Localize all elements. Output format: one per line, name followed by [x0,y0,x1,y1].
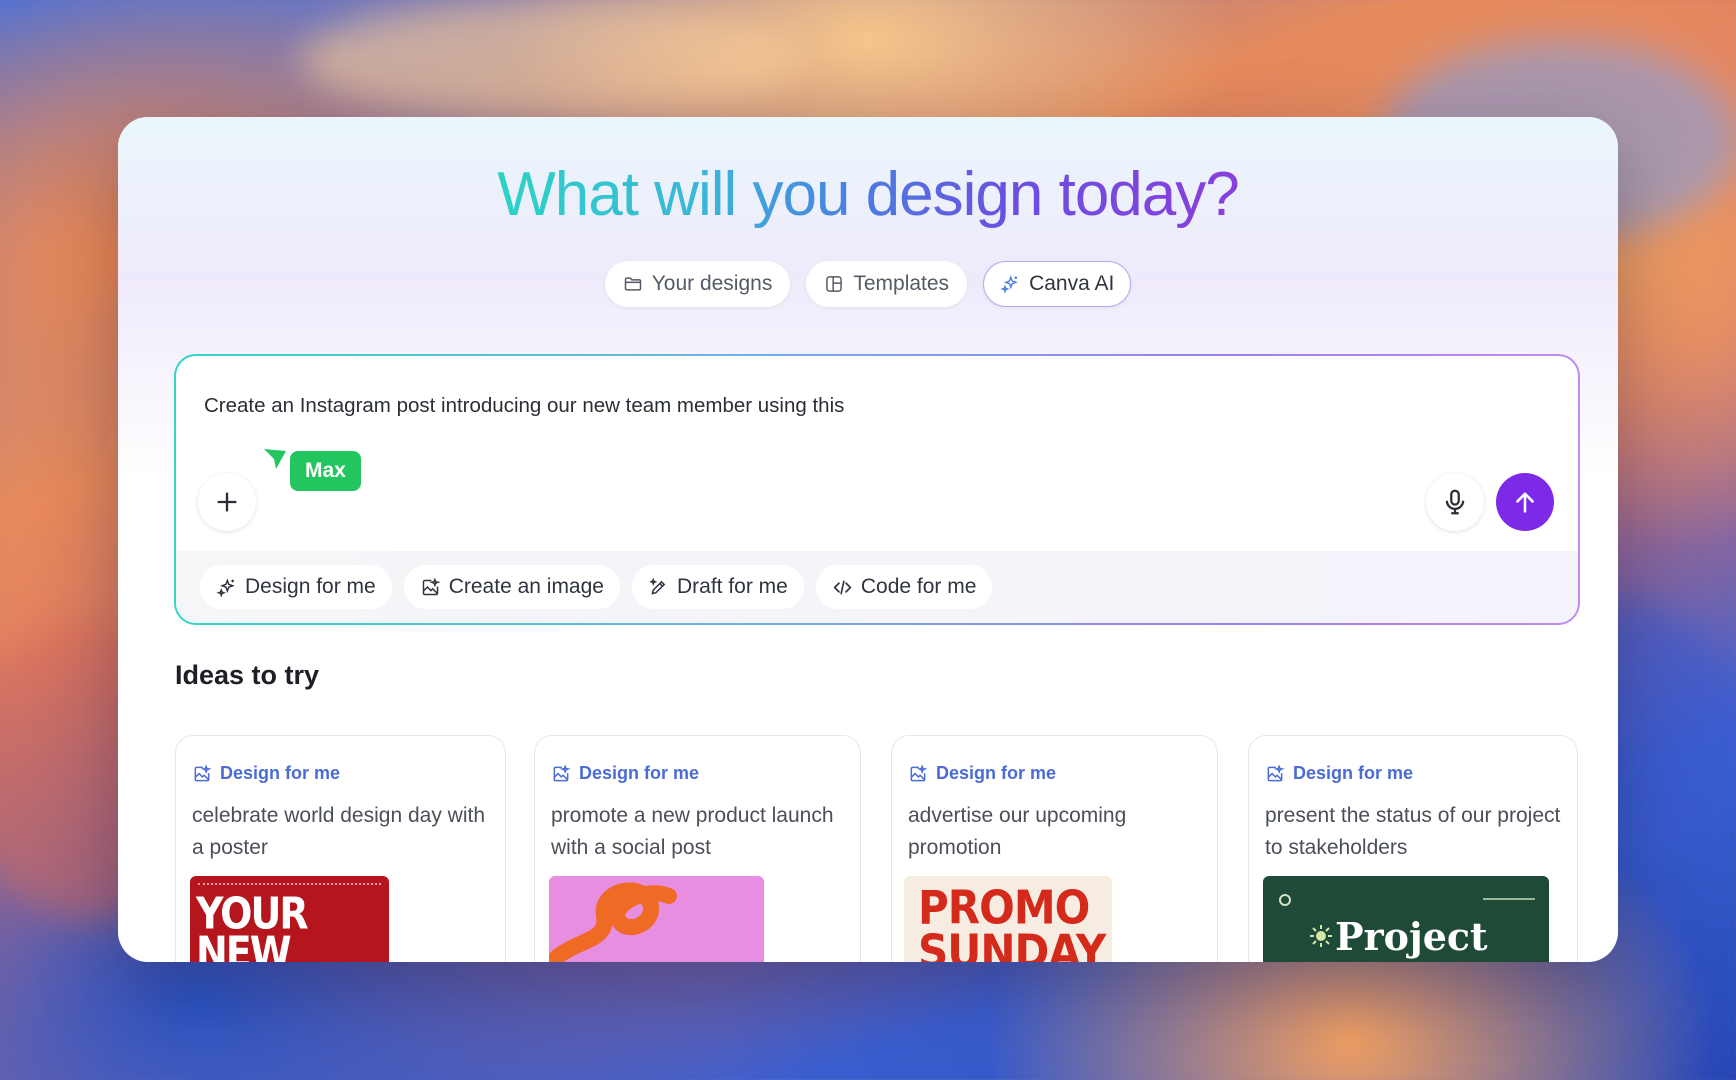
canva-home-window: What will you design today? Your designs… [118,117,1618,962]
create-an-image-chip[interactable]: Create an image [403,565,620,609]
pen-sparkle-icon [648,577,666,595]
idea-card-product-launch[interactable]: Design for me promote a new product laun… [534,735,861,962]
presentation-thumbnail: Project [1263,876,1549,962]
sparkle-icon [216,577,235,598]
thumbnail-title: YOUR NEW STYLE! [196,888,309,962]
image-edit-icon [553,763,571,781]
collaborator-name-tag: Max [290,451,361,491]
poster-thumbnail: YOUR NEW STYLE! [190,876,389,962]
microphone-button[interactable] [1426,473,1484,531]
folder-icon [624,277,641,291]
idea-card-world-design-day[interactable]: Design for me celebrate world design day… [175,735,506,962]
image-edit-icon [910,763,928,781]
idea-card-promotion[interactable]: Design for me advertise our upcoming pro… [891,735,1218,962]
send-button[interactable] [1496,473,1554,531]
thumbnail-title: PROMO SUNDAY [918,880,1106,962]
card-label: Design for me [908,763,1056,784]
code-icon [833,580,852,594]
sparkle-icon [1000,275,1018,294]
arrow-up-icon [1516,492,1534,513]
promo-thumbnail: PROMO SUNDAY [904,876,1112,962]
thumbnail-title: Project [1335,914,1488,959]
ideas-heading: Ideas to try [175,660,320,690]
image-edit-icon [1267,763,1285,781]
sun-icon [1310,925,1332,947]
prompt-input[interactable]: Create an Instagram post introducing our… [204,394,844,418]
card-description: celebrate world design day with a poster [192,804,485,859]
add-button[interactable] [198,473,256,531]
tab-templates[interactable]: Templates [806,261,968,307]
microphone-icon [1445,489,1465,515]
chip-label: Design for me [245,575,376,598]
card-description: promote a new product launch with a soci… [551,804,834,859]
chip-label: Draft for me [676,575,788,598]
card-label: Design for me [192,763,340,784]
prompt-box: Create an Instagram post introducing our… [174,354,1580,625]
image-edit-icon [422,577,441,595]
squiggle-graphic [549,882,677,962]
card-label: Design for me [551,763,699,784]
tab-label: Canva AI [1029,272,1115,295]
social-post-thumbnail [549,876,764,962]
cursor-arrow-icon [264,449,286,469]
idea-card-project-status[interactable]: Design for me present the status of our … [1248,735,1578,962]
templates-icon [826,276,843,292]
tab-label: Your designs [651,272,773,295]
mode-tabs: Your designs Templates Canva AI [118,261,1618,307]
code-for-me-chip[interactable]: Code for me [815,565,993,609]
tab-label: Templates [853,272,950,295]
quick-actions-bar: Design for me Create an image Draft for … [176,551,1578,623]
tab-your-designs[interactable]: Your designs [604,261,791,307]
plus-icon [217,492,237,512]
page-title: What will you design today? [497,160,1240,229]
tab-canva-ai[interactable]: Canva AI [983,261,1132,307]
chip-label: Code for me [860,575,977,598]
card-label: Design for me [1265,763,1413,784]
design-for-me-chip[interactable]: Design for me [200,565,392,609]
chip-label: Create an image [448,575,604,598]
image-edit-icon [194,763,212,781]
card-description: present the status of our project to sta… [1265,804,1561,859]
draft-for-me-chip[interactable]: Draft for me [631,565,804,609]
card-description: advertise our upcoming promotion [908,804,1127,859]
